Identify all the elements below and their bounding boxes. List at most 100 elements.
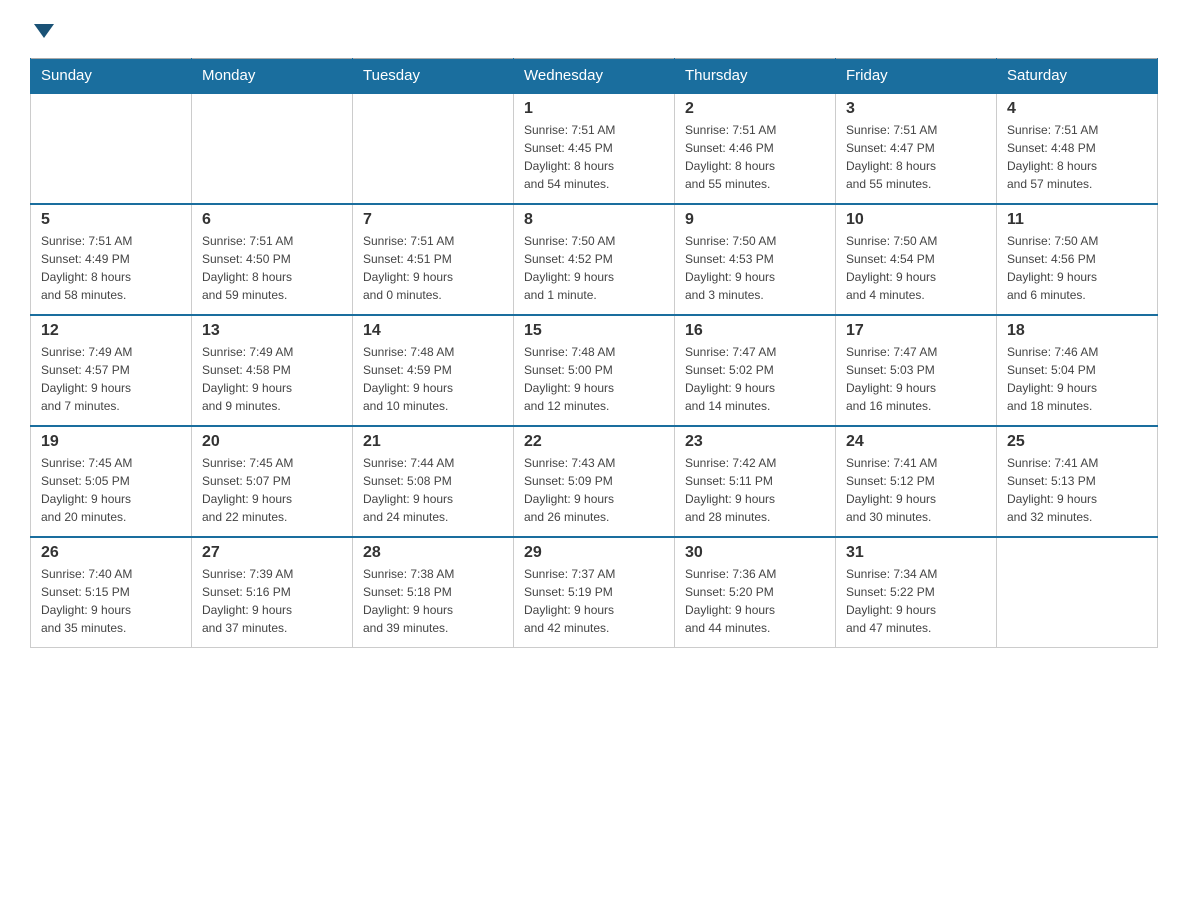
day-number: 16 [685,322,825,340]
calendar-cell: 1Sunrise: 7:51 AMSunset: 4:45 PMDaylight… [514,93,675,204]
calendar-cell: 28Sunrise: 7:38 AMSunset: 5:18 PMDayligh… [353,537,514,648]
calendar-cell: 18 Sunrise: 7:46 AMSunset: 5:04 PMDayligh… [997,315,1158,426]
day-info: Sunrise: 7:44 AMSunset: 5:08 PMDaylight:… [363,454,503,526]
day-number: 27 [202,544,342,562]
day-info: Sunrise: 7:49 AMSunset: 4:58 PMDaylight:… [202,343,342,415]
calendar-cell: 19Sunrise: 7:45 AMSunset: 5:05 PMDayligh… [31,426,192,537]
day-number: 20 [202,433,342,451]
day-info: Sunrise: 7:51 AMSunset: 4:50 PMDaylight:… [202,232,342,304]
day-number: 4 [1007,100,1147,118]
day-of-week-header: Thursday [675,59,836,94]
day-number: 24 [846,433,986,451]
calendar-cell: 11 Sunrise: 7:50 AMSunset: 4:56 PMDayligh… [997,204,1158,315]
day-info: Sunrise: 7:50 AMSunset: 4:56 PMDaylight:… [1007,232,1147,304]
day-number: 17 [846,322,986,340]
day-info: Sunrise: 7:42 AMSunset: 5:11 PMDaylight:… [685,454,825,526]
day-info: Sunrise: 7:48 AMSunset: 4:59 PMDaylight:… [363,343,503,415]
day-number: 18 [1007,322,1147,340]
calendar-cell: 13 Sunrise: 7:49 AMSunset: 4:58 PMDayligh… [192,315,353,426]
day-number: 21 [363,433,503,451]
calendar-cell: 6 Sunrise: 7:51 AMSunset: 4:50 PMDaylight… [192,204,353,315]
calendar-cell: 25Sunrise: 7:41 AMSunset: 5:13 PMDayligh… [997,426,1158,537]
day-of-week-header: Wednesday [514,59,675,94]
page-header [30,20,1158,38]
calendar-cell: 27 Sunrise: 7:39 AMSunset: 5:16 PMDayligh… [192,537,353,648]
day-number: 26 [41,544,181,562]
calendar-cell: 9 Sunrise: 7:50 AMSunset: 4:53 PMDaylight… [675,204,836,315]
day-info: Sunrise: 7:50 AMSunset: 4:52 PMDaylight:… [524,232,664,304]
day-number: 9 [685,211,825,229]
calendar-table: SundayMondayTuesdayWednesdayThursdayFrid… [30,58,1158,648]
calendar-cell: 8 Sunrise: 7:50 AMSunset: 4:52 PMDaylight… [514,204,675,315]
day-info: Sunrise: 7:36 AMSunset: 5:20 PMDaylight:… [685,565,825,637]
day-info: Sunrise: 7:50 AMSunset: 4:54 PMDaylight:… [846,232,986,304]
day-number: 28 [363,544,503,562]
calendar-cell: 10 Sunrise: 7:50 AMSunset: 4:54 PMDayligh… [836,204,997,315]
calendar-cell: 26 Sunrise: 7:40 AMSunset: 5:15 PMDayligh… [31,537,192,648]
calendar-cell [997,537,1158,648]
day-info: Sunrise: 7:40 AMSunset: 5:15 PMDaylight:… [41,565,181,637]
calendar-cell: 29Sunrise: 7:37 AMSunset: 5:19 PMDayligh… [514,537,675,648]
calendar-cell [192,93,353,204]
calendar-cell: 31 Sunrise: 7:34 AMSunset: 5:22 PMDayligh… [836,537,997,648]
day-number: 23 [685,433,825,451]
day-info: Sunrise: 7:45 AMSunset: 5:05 PMDaylight:… [41,454,181,526]
day-number: 6 [202,211,342,229]
day-info: Sunrise: 7:34 AMSunset: 5:22 PMDaylight:… [846,565,986,637]
day-info: Sunrise: 7:47 AMSunset: 5:03 PMDaylight:… [846,343,986,415]
day-number: 31 [846,544,986,562]
day-info: Sunrise: 7:46 AMSunset: 5:04 PMDaylight:… [1007,343,1147,415]
day-of-week-header: Saturday [997,59,1158,94]
calendar-cell: 2 Sunrise: 7:51 AMSunset: 4:46 PMDaylight… [675,93,836,204]
week-row: 1Sunrise: 7:51 AMSunset: 4:45 PMDaylight… [31,93,1158,204]
day-number: 13 [202,322,342,340]
day-of-week-header: Friday [836,59,997,94]
calendar-body: 1Sunrise: 7:51 AMSunset: 4:45 PMDaylight… [31,93,1158,648]
day-number: 10 [846,211,986,229]
calendar-cell: 21 Sunrise: 7:44 AMSunset: 5:08 PMDayligh… [353,426,514,537]
day-info: Sunrise: 7:51 AMSunset: 4:49 PMDaylight:… [41,232,181,304]
week-row: 12Sunrise: 7:49 AMSunset: 4:57 PMDayligh… [31,315,1158,426]
day-info: Sunrise: 7:50 AMSunset: 4:53 PMDaylight:… [685,232,825,304]
calendar-cell: 24 Sunrise: 7:41 AMSunset: 5:12 PMDayligh… [836,426,997,537]
calendar-cell [31,93,192,204]
calendar-cell: 23 Sunrise: 7:42 AMSunset: 5:11 PMDayligh… [675,426,836,537]
calendar-cell: 30Sunrise: 7:36 AMSunset: 5:20 PMDayligh… [675,537,836,648]
day-number: 8 [524,211,664,229]
calendar-cell: 12Sunrise: 7:49 AMSunset: 4:57 PMDayligh… [31,315,192,426]
day-number: 14 [363,322,503,340]
day-number: 3 [846,100,986,118]
calendar-header: SundayMondayTuesdayWednesdayThursdayFrid… [31,59,1158,94]
day-info: Sunrise: 7:39 AMSunset: 5:16 PMDaylight:… [202,565,342,637]
calendar-cell: 5 Sunrise: 7:51 AMSunset: 4:49 PMDaylight… [31,204,192,315]
day-number: 1 [524,100,664,118]
day-info: Sunrise: 7:51 AMSunset: 4:46 PMDaylight:… [685,121,825,193]
day-info: Sunrise: 7:41 AMSunset: 5:12 PMDaylight:… [846,454,986,526]
calendar-cell: 4 Sunrise: 7:51 AMSunset: 4:48 PMDaylight… [997,93,1158,204]
day-number: 7 [363,211,503,229]
day-number: 29 [524,544,664,562]
calendar-cell: 22 Sunrise: 7:43 AMSunset: 5:09 PMDayligh… [514,426,675,537]
day-info: Sunrise: 7:43 AMSunset: 5:09 PMDaylight:… [524,454,664,526]
day-number: 11 [1007,211,1147,229]
day-info: Sunrise: 7:51 AMSunset: 4:48 PMDaylight:… [1007,121,1147,193]
day-info: Sunrise: 7:41 AMSunset: 5:13 PMDaylight:… [1007,454,1147,526]
calendar-cell: 17 Sunrise: 7:47 AMSunset: 5:03 PMDayligh… [836,315,997,426]
calendar-cell: 7 Sunrise: 7:51 AMSunset: 4:51 PMDaylight… [353,204,514,315]
calendar-cell: 3Sunrise: 7:51 AMSunset: 4:47 PMDaylight… [836,93,997,204]
calendar-cell: 20 Sunrise: 7:45 AMSunset: 5:07 PMDayligh… [192,426,353,537]
day-number: 5 [41,211,181,229]
calendar-cell: 14 Sunrise: 7:48 AMSunset: 4:59 PMDayligh… [353,315,514,426]
day-info: Sunrise: 7:51 AMSunset: 4:51 PMDaylight:… [363,232,503,304]
day-info: Sunrise: 7:45 AMSunset: 5:07 PMDaylight:… [202,454,342,526]
day-number: 22 [524,433,664,451]
day-info: Sunrise: 7:47 AMSunset: 5:02 PMDaylight:… [685,343,825,415]
logo [30,20,54,38]
calendar-cell: 15Sunrise: 7:48 AMSunset: 5:00 PMDayligh… [514,315,675,426]
day-number: 15 [524,322,664,340]
logo-arrow-icon [34,24,54,38]
day-info: Sunrise: 7:49 AMSunset: 4:57 PMDaylight:… [41,343,181,415]
week-row: 5 Sunrise: 7:51 AMSunset: 4:49 PMDaylight… [31,204,1158,315]
week-row: 26 Sunrise: 7:40 AMSunset: 5:15 PMDayligh… [31,537,1158,648]
day-number: 2 [685,100,825,118]
